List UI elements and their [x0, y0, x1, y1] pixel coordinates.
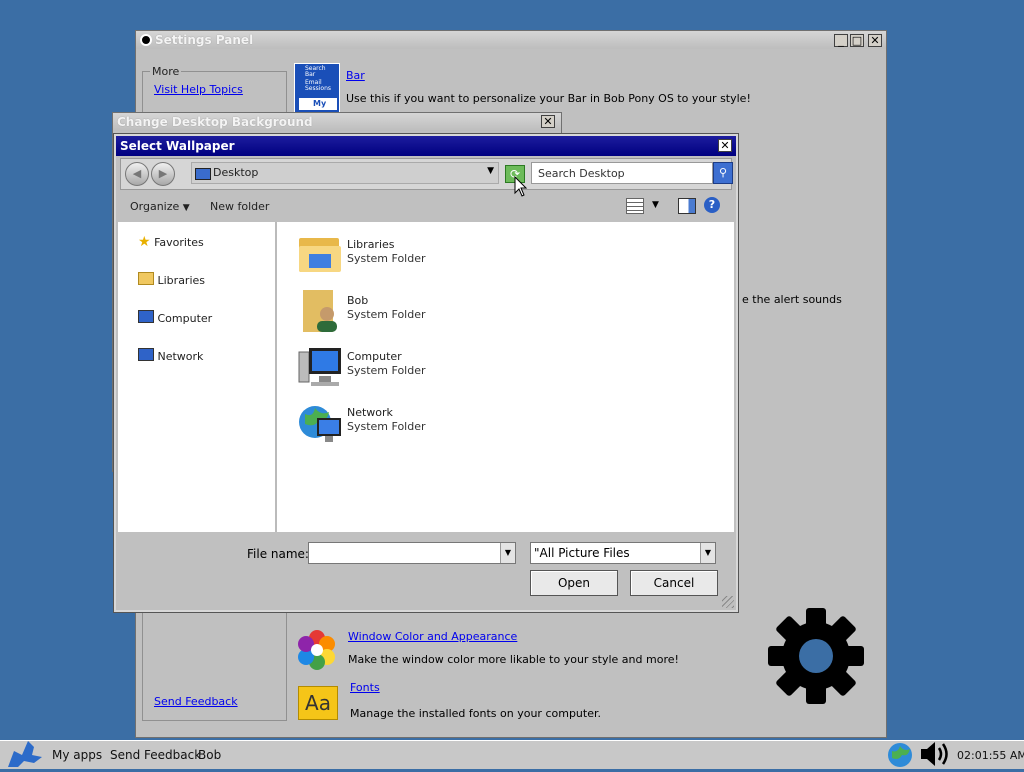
volume-icon[interactable]: [918, 739, 952, 769]
fonts-description: Manage the installed fonts on your compu…: [350, 707, 601, 720]
list-item[interactable]: Network System Folder: [297, 398, 497, 450]
nav-favorites-label: Favorites: [154, 236, 204, 249]
list-item[interactable]: Libraries System Folder: [297, 230, 497, 282]
navigation-bar: ◀ ▶ Desktop ▼ ⟳ Search Desktop ⚲: [120, 158, 733, 190]
settings-panel-title: Settings Panel: [155, 33, 254, 47]
taskbar-item-my-apps[interactable]: My apps: [52, 748, 102, 762]
taskbar-item-send-feedback[interactable]: Send Feedback: [110, 748, 201, 762]
organize-menu[interactable]: Organize ▼: [130, 200, 190, 213]
network-globe-tray-icon[interactable]: [886, 741, 914, 769]
nav-item-libraries[interactable]: Libraries: [138, 272, 205, 287]
forward-button[interactable]: ▶: [151, 162, 175, 186]
nav-network-label: Network: [157, 350, 204, 363]
taskbar-item-bob[interactable]: Bob: [198, 748, 221, 762]
libraries-icon: [138, 272, 154, 285]
search-button[interactable]: ⚲: [713, 162, 733, 184]
open-button[interactable]: Open: [530, 570, 618, 596]
navigation-pane: ★ Favorites Libraries Computer Network: [118, 222, 277, 532]
bar-description: Use this if you want to personalize your…: [346, 92, 751, 105]
change-background-titlebar[interactable]: Change Desktop Background: [113, 113, 561, 131]
bar-thumb-search: Search Bar: [305, 65, 326, 78]
network-globe-icon: [297, 400, 343, 446]
fonts-icon-text: Aa: [305, 691, 331, 715]
dialog-titlebar[interactable]: Select Wallpaper: [116, 136, 736, 156]
close-button[interactable]: ✕: [868, 34, 882, 47]
nav-libraries-label: Libraries: [157, 274, 206, 287]
settings-app-icon: [140, 34, 152, 46]
back-button[interactable]: ◀: [125, 162, 149, 186]
color-wheel-icon: [296, 629, 338, 671]
taskbar: My apps Send Feedback Bob 02:01:55 AM: [0, 740, 1024, 769]
computer-icon: [297, 346, 343, 390]
nav-computer-label: Computer: [157, 312, 213, 325]
select-wallpaper-dialog: Select Wallpaper ✕ ◀ ▶ Desktop ▼ ⟳ Searc…: [113, 133, 739, 613]
bar-thumb-email: Email Sessions: [305, 79, 332, 92]
nav-item-network[interactable]: Network: [138, 348, 203, 363]
file-name: Computer: [347, 350, 402, 363]
location-dropdown-arrow[interactable]: ▼: [487, 166, 494, 176]
gear-icon[interactable]: [766, 606, 866, 706]
dialog-close-button[interactable]: ✕: [718, 139, 732, 152]
minimize-button[interactable]: _: [834, 34, 848, 47]
bar-thumb-myapps: My ap: [299, 98, 337, 120]
more-label: More: [150, 65, 182, 78]
window-color-link[interactable]: Window Color and Appearance: [348, 630, 517, 643]
network-icon: [138, 348, 154, 361]
preview-pane-icon[interactable]: [678, 198, 696, 214]
file-type: System Folder: [347, 420, 426, 433]
list-item[interactable]: Computer System Folder: [297, 342, 497, 394]
file-type-dropdown-arrow[interactable]: ▼: [700, 543, 715, 563]
change-background-title: Change Desktop Background: [117, 115, 313, 129]
start-logo-icon[interactable]: [4, 739, 44, 769]
fonts-icon: Aa: [298, 686, 338, 720]
cancel-button[interactable]: Cancel: [630, 570, 718, 596]
toolbar: Organize ▼ New folder ▼ ?: [120, 194, 732, 220]
resize-grip-icon[interactable]: [722, 596, 734, 608]
search-input[interactable]: Search Desktop: [531, 162, 713, 184]
file-type: System Folder: [347, 308, 426, 321]
organize-chevron-icon: ▼: [182, 203, 190, 213]
help-icon[interactable]: ?: [704, 197, 720, 213]
file-name: Libraries: [347, 238, 395, 251]
file-type: System Folder: [347, 364, 426, 377]
desktop-small-icon: [195, 168, 211, 180]
dialog-title: Select Wallpaper: [120, 139, 235, 153]
view-chevron-down-icon[interactable]: ▼: [652, 200, 659, 210]
bar-link[interactable]: Bar: [346, 69, 365, 82]
libraries-folder-icon: [297, 234, 343, 274]
location-text: Desktop: [213, 166, 259, 179]
nav-item-computer[interactable]: Computer: [138, 310, 212, 325]
location-bar[interactable]: Desktop ▼: [191, 162, 499, 184]
alert-sounds-text: e the alert sounds: [742, 293, 842, 306]
help-topics-link[interactable]: Visit Help Topics: [154, 83, 243, 96]
file-type: System Folder: [347, 252, 426, 265]
window-color-description: Make the window color more likable to yo…: [348, 653, 679, 666]
mouse-cursor-icon: [514, 175, 528, 198]
file-name-input[interactable]: ▼: [308, 542, 516, 564]
clock[interactable]: 02:01:55 AM: [957, 749, 1024, 762]
fonts-link[interactable]: Fonts: [350, 681, 380, 694]
maximize-button[interactable]: □: [850, 34, 864, 47]
user-folder-icon: [299, 288, 343, 334]
file-name-label: File name:: [247, 547, 309, 561]
nav-item-favorites[interactable]: ★ Favorites: [138, 234, 204, 250]
file-type-value: "All Picture Files: [534, 546, 630, 560]
file-name: Bob: [347, 294, 369, 307]
organize-label: Organize: [130, 200, 180, 213]
file-name: Network: [347, 406, 393, 419]
search-placeholder: Search Desktop: [538, 167, 625, 180]
file-list: Libraries System Folder Bob System Folde…: [277, 222, 734, 532]
file-name-dropdown-arrow[interactable]: ▼: [500, 543, 515, 563]
list-item[interactable]: Bob System Folder: [297, 286, 497, 338]
new-folder-button[interactable]: New folder: [210, 200, 269, 213]
view-options-icon[interactable]: [626, 198, 644, 214]
change-background-close-button[interactable]: ✕: [541, 115, 555, 128]
computer-icon: [138, 310, 154, 323]
settings-panel-titlebar[interactable]: Settings Panel: [136, 31, 886, 49]
file-type-select[interactable]: "All Picture Files ▼: [530, 542, 716, 564]
bar-thumbnail: Search Bar Email Sessions My ap: [294, 63, 340, 120]
star-icon: ★: [138, 234, 151, 250]
send-feedback-link[interactable]: Send Feedback: [154, 695, 238, 708]
